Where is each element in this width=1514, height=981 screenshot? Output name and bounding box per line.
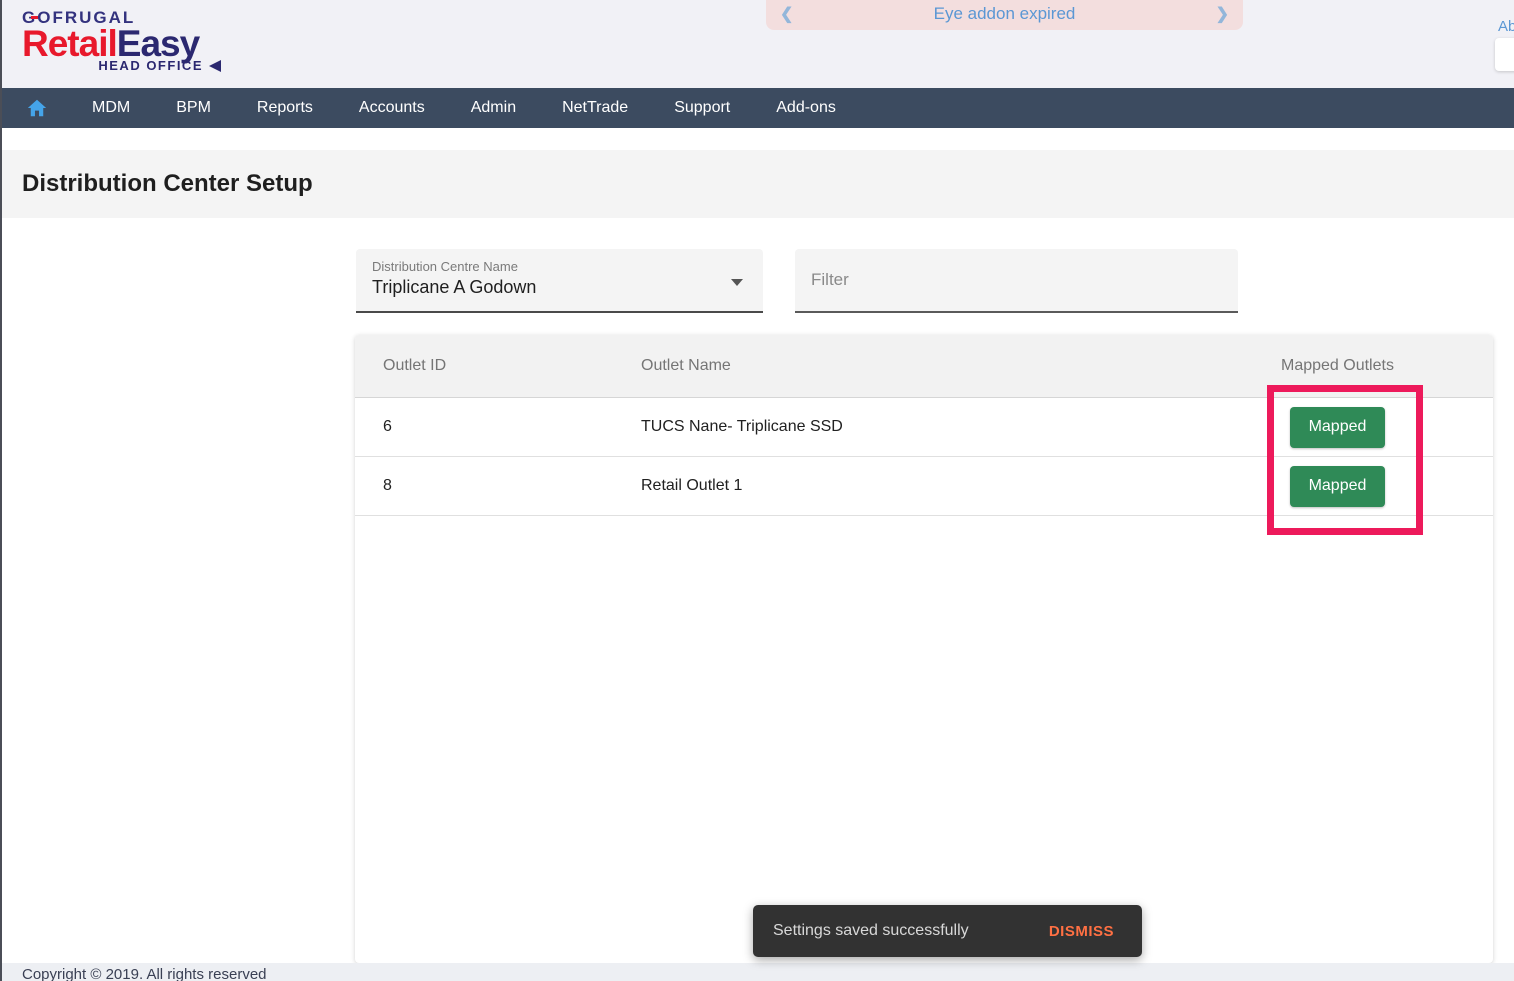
page-heading-band: Distribution Center Setup: [0, 150, 1514, 218]
nav-item-accounts[interactable]: Accounts: [343, 88, 441, 128]
banner-prev-icon[interactable]: ❮: [780, 4, 793, 26]
toast-notification: Settings saved successfully DISMISS: [753, 905, 1142, 957]
dismiss-button[interactable]: DISMISS: [1049, 923, 1114, 940]
home-icon[interactable]: [26, 97, 48, 119]
retaileasy-logo: GOFRUGAL RetailEasy HEAD OFFICE: [22, 8, 252, 73]
nav-item-addons[interactable]: Add-ons: [760, 88, 852, 128]
outlet-name-cell: Retail Outlet 1: [641, 477, 743, 494]
banner-next-icon[interactable]: ❯: [1216, 4, 1229, 26]
footer: Copyright © 2019. All rights reserved: [0, 963, 1514, 981]
head-office-label: HEAD OFFICE: [22, 58, 227, 73]
nav-item-mdm[interactable]: MDM: [76, 88, 146, 128]
outlet-name-cell: TUCS Nane- Triplicane SSD: [641, 418, 843, 435]
table-row: 6 TUCS Nane- Triplicane SSD Mapped: [355, 398, 1493, 457]
addon-expired-banner: ❮ Eye addon expired ❯: [766, 0, 1243, 30]
col-header-outlet-name: Outlet Name: [641, 357, 731, 374]
main-navbar: MDM BPM Reports Accounts Admin NetTrade …: [0, 88, 1514, 128]
distribution-centre-value: Triplicane A Godown: [372, 277, 537, 297]
outlet-id-cell: 8: [383, 477, 392, 494]
distribution-centre-select[interactable]: Distribution Centre Name Triplicane A Go…: [356, 249, 763, 313]
nav-item-admin[interactable]: Admin: [455, 88, 532, 128]
window-edge: [0, 0, 2, 981]
nav-item-nettrade[interactable]: NetTrade: [546, 88, 644, 128]
nav-item-reports[interactable]: Reports: [241, 88, 329, 128]
col-header-mapped-outlets: Mapped Outlets: [1281, 357, 1394, 374]
nav-item-support[interactable]: Support: [658, 88, 746, 128]
mapped-button[interactable]: Mapped: [1290, 406, 1385, 448]
page-title: Distribution Center Setup: [22, 170, 313, 197]
table-row: 8 Retail Outlet 1 Mapped: [355, 457, 1493, 516]
about-link-partial[interactable]: Ab: [1498, 18, 1514, 35]
outlet-table-card: Outlet ID Outlet Name Mapped Outlets 6 T…: [355, 335, 1493, 963]
banner-message: Eye addon expired: [933, 4, 1076, 23]
gofrugal-wordmark: GOFRUGAL: [22, 8, 252, 28]
top-header: GOFRUGAL RetailEasy HEAD OFFICE ❮ Eye ad…: [0, 0, 1514, 88]
mapped-button[interactable]: Mapped: [1290, 465, 1385, 507]
distribution-centre-label: Distribution Centre Name: [372, 259, 518, 274]
col-header-outlet-id: Outlet ID: [383, 357, 447, 374]
outlet-id-cell: 6: [383, 418, 392, 435]
nav-item-bpm[interactable]: BPM: [160, 88, 227, 128]
chevron-down-icon: [731, 279, 743, 286]
product-wordmark: RetailEasy: [22, 25, 252, 62]
toast-message: Settings saved successfully: [773, 922, 969, 939]
header-overflow-panel: [1495, 38, 1514, 71]
table-header-row: Outlet ID Outlet Name Mapped Outlets: [355, 335, 1493, 398]
copyright-text: Copyright © 2019. All rights reserved: [22, 966, 267, 981]
filter-input[interactable]: [795, 249, 1238, 313]
